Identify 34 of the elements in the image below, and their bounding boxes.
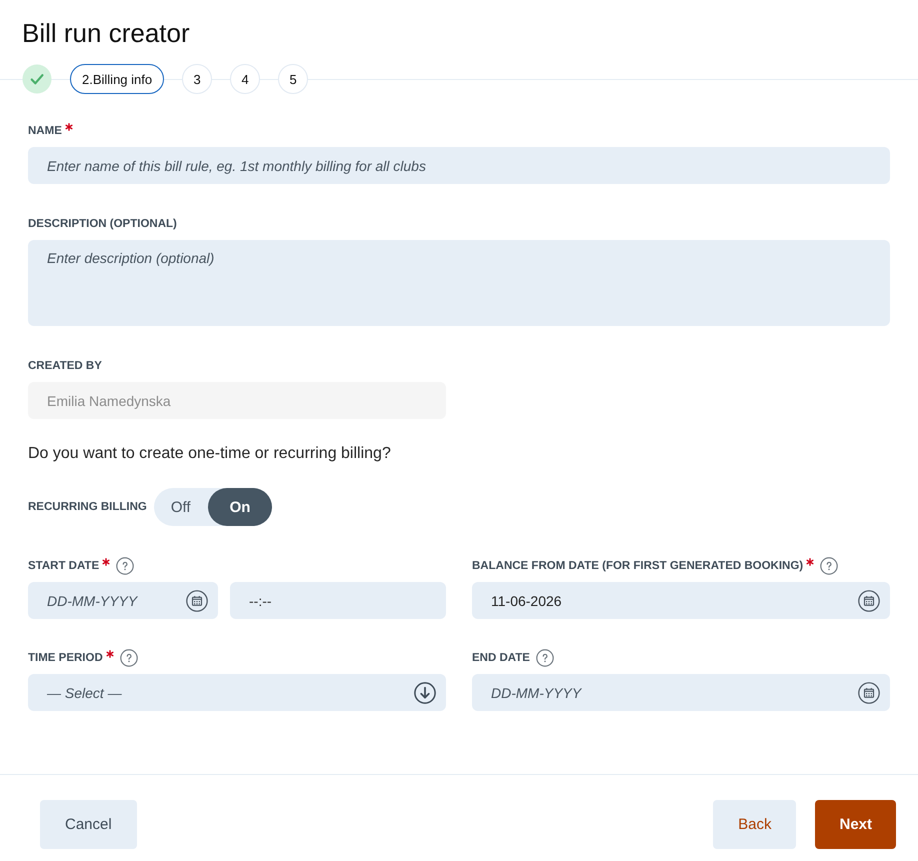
toggle-label: RECURRING BILLING	[28, 500, 147, 515]
time-period-select[interactable]: — Select —	[28, 674, 446, 711]
calendar-icon[interactable]	[858, 590, 880, 612]
back-button[interactable]: Back	[713, 800, 796, 849]
description-field[interactable]: Enter description (optional)	[28, 240, 890, 326]
date-field[interactable]: 11-06-2026	[472, 582, 890, 619]
field-label: CREATED BY	[28, 359, 102, 374]
calendar-icon[interactable]	[858, 682, 880, 704]
date-field[interactable]: DD-MM-YYYY	[28, 582, 218, 619]
date-field[interactable]: DD-MM-YYYY	[472, 674, 890, 711]
help-icon[interactable]	[120, 649, 138, 667]
toggle-option[interactable]: On	[208, 488, 272, 526]
toggle-option[interactable]: Off	[154, 488, 208, 526]
field-label: BALANCE FROM DATE (FOR FIRST GENERATED BOOKING)	[472, 559, 804, 574]
next-button[interactable]: Next	[815, 800, 896, 849]
help-icon[interactable]	[536, 649, 554, 667]
cancel-button[interactable]: Cancel	[40, 800, 137, 849]
field-label: START DATE	[28, 559, 100, 574]
field-label: END DATE	[472, 651, 530, 666]
time-field[interactable]: --:--	[230, 582, 446, 619]
step-tab[interactable]: 5	[278, 64, 308, 94]
text-field[interactable]: Enter name of this bill rule, eg. 1st monthly billing for all clubs	[28, 147, 890, 184]
check-circle-icon[interactable]	[22, 64, 52, 94]
field-label: NAME	[28, 124, 62, 139]
step-tab[interactable]: 4	[230, 64, 260, 94]
field-label: DESCRIPTION (OPTIONAL)	[28, 217, 177, 232]
step-tab[interactable]: 3	[182, 64, 212, 94]
calendar-icon[interactable]	[186, 590, 208, 612]
help-icon[interactable]	[820, 557, 838, 575]
field-label: TIME PERIOD	[28, 651, 103, 666]
page-title: Bill run creator	[22, 18, 190, 48]
question-text: Do you want to create one-time or recurring billing?	[28, 444, 391, 464]
help-icon[interactable]	[116, 557, 134, 575]
step-tab[interactable]: 2.Billing info	[70, 64, 164, 94]
